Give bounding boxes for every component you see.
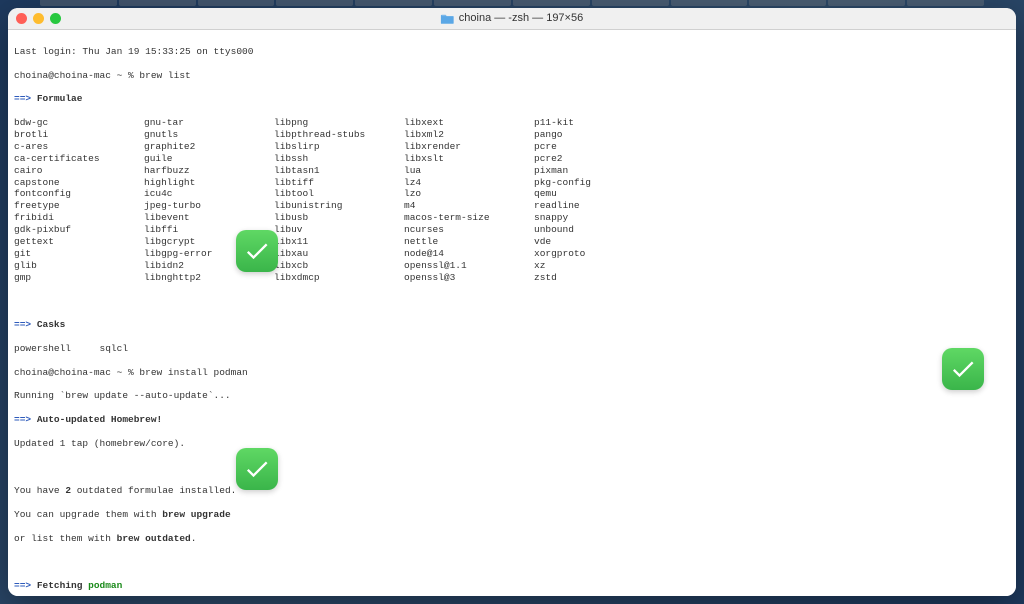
traffic-lights [16,13,61,24]
casks-list: powershell sqlcl [14,343,1010,355]
formula-item: fribidi [14,212,144,224]
minimize-button[interactable] [33,13,44,24]
formula-item: openssl@3 [404,272,534,284]
outdated-line-1: You have 2 outdated formulae installed. [14,485,1010,497]
fetching-header: Fetching [37,580,83,591]
formula-item: libunistring [274,200,404,212]
arrow-marker: ==> [14,319,31,330]
arrow-marker: ==> [14,93,31,104]
formula-item: ncurses [404,224,534,236]
arrow-marker: ==> [14,414,31,425]
terminal-content[interactable]: Last login: Thu Jan 19 15:33:25 on ttys0… [8,30,1016,596]
formula-item: libpthread-stubs [274,129,404,141]
formula-item: readline [534,200,664,212]
formula-item: lzo [404,188,534,200]
formula-item: pcre2 [534,153,664,165]
formula-item: libnghttp2 [144,272,274,284]
formula-item: gnu-tar [144,117,274,129]
titlebar[interactable]: choina — -zsh — 197×56 [8,8,1016,30]
formula-item: lua [404,165,534,177]
close-button[interactable] [16,13,27,24]
formula-item: glib [14,260,144,272]
formula-item: gdk-pixbuf [14,224,144,236]
casks-header: Casks [37,319,66,330]
formula-item: libtiff [274,177,404,189]
formula-item: guile [144,153,274,165]
formula-item: node@14 [404,248,534,260]
formula-item: libxml2 [404,129,534,141]
formula-item: unbound [534,224,664,236]
browser-tabs-hint [0,0,1024,8]
formula-item: libusb [274,212,404,224]
checkmark-overlay-icon [236,448,278,490]
formula-item: graphite2 [144,141,274,153]
formula-item: libxdmcp [274,272,404,284]
formula-item: gmp [14,272,144,284]
formula-item: gettext [14,236,144,248]
formula-item: libx11 [274,236,404,248]
formula-item: brotli [14,129,144,141]
formula-item: libxext [404,117,534,129]
formula-item: git [14,248,144,260]
formula-item: freetype [14,200,144,212]
formula-item: p11-kit [534,117,664,129]
checkmark-overlay-icon [942,348,984,390]
formula-item: icu4c [144,188,274,200]
auto-updated-header: Auto-updated Homebrew! [37,414,162,425]
formula-item: pkg-config [534,177,664,189]
formula-item: fontconfig [14,188,144,200]
checkmark-overlay-icon [236,230,278,272]
formula-item: libpng [274,117,404,129]
updated-tap: Updated 1 tap (homebrew/core). [14,438,1010,450]
formula-item: openssl@1.1 [404,260,534,272]
formula-item: macos-term-size [404,212,534,224]
formula-item: highlight [144,177,274,189]
formula-item: ca-certificates [14,153,144,165]
formula-item: m4 [404,200,534,212]
outdated-line-3: or list them with brew outdated. [14,533,1010,545]
last-login-line: Last login: Thu Jan 19 15:33:25 on ttys0… [14,46,1010,58]
formula-item: libxcb [274,260,404,272]
formula-item: pixman [534,165,664,177]
folder-icon [441,13,454,24]
formula-item: libxrender [404,141,534,153]
formula-item: libxslt [404,153,534,165]
formula-item: libevent [144,212,274,224]
formula-item: bdw-gc [14,117,144,129]
formula-item: xz [534,260,664,272]
arrow-marker: ==> [14,580,31,591]
formula-item: libtasn1 [274,165,404,177]
window-title-area: choina — -zsh — 197×56 [441,11,583,25]
formula-item: pango [534,129,664,141]
formula-item: libxau [274,248,404,260]
formula-item: libssh [274,153,404,165]
running-update: Running `brew update --auto-update`... [14,390,1010,402]
formula-item: gnutls [144,129,274,141]
formula-item: zstd [534,272,664,284]
formula-item: libuv [274,224,404,236]
formula-item: nettle [404,236,534,248]
formula-item: snappy [534,212,664,224]
formula-item: harfbuzz [144,165,274,177]
formulae-list: bdw-gcgnu-tarlibpnglibxextp11-kitbrotlig… [14,117,1010,283]
formula-item: pcre [534,141,664,153]
formula-item: capstone [14,177,144,189]
podman-name: podman [88,580,122,591]
formula-item: c-ares [14,141,144,153]
formula-item: vde [534,236,664,248]
formulae-header: Formulae [37,93,83,104]
formula-item: libslirp [274,141,404,153]
formula-item: libtool [274,188,404,200]
formula-item: lz4 [404,177,534,189]
window-title: choina — -zsh — 197×56 [459,11,583,25]
formula-item: xorgproto [534,248,664,260]
terminal-window: choina — -zsh — 197×56 Last login: Thu J… [8,8,1016,596]
outdated-line-2: You can upgrade them with brew upgrade [14,509,1010,521]
maximize-button[interactable] [50,13,61,24]
prompt-brew-install: choina@choina-mac ~ % brew install podma… [14,367,1010,379]
formula-item: jpeg-turbo [144,200,274,212]
formula-item: cairo [14,165,144,177]
formula-item: qemu [534,188,664,200]
prompt-brew-list: choina@choina-mac ~ % brew list [14,70,1010,82]
